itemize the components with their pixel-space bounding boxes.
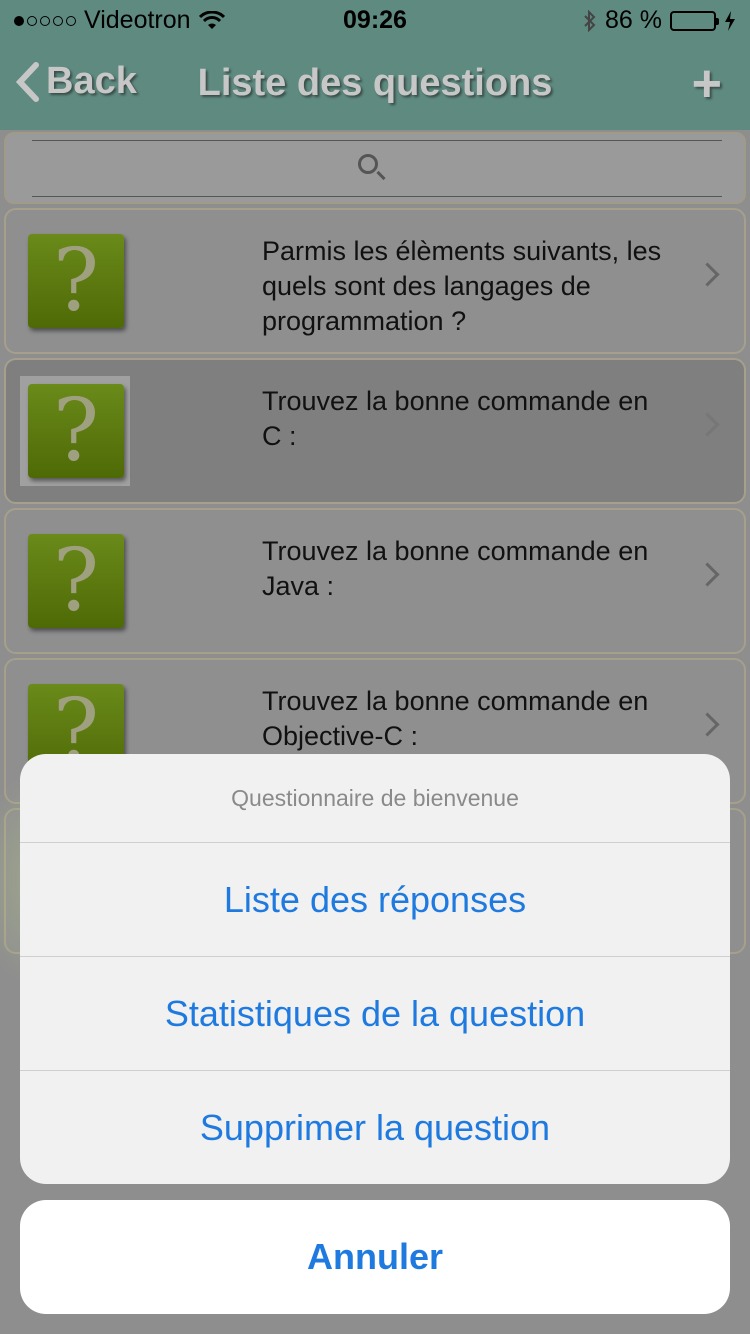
chevron-right-icon	[695, 412, 720, 437]
question-row[interactable]: ? Parmis les élèments suivants, les quel…	[4, 208, 746, 354]
question-text: Trouvez la bonne commande en C :	[262, 386, 649, 451]
question-text: Trouvez la bonne commande en Java :	[262, 536, 649, 601]
bluetooth-icon	[584, 9, 596, 32]
chevron-right-icon	[695, 262, 720, 287]
add-button[interactable]: +	[692, 54, 722, 114]
action-sheet: Questionnaire de bienvenue Liste des rép…	[20, 754, 730, 1184]
question-text: Trouvez la bonne commande en Objective-C…	[262, 686, 649, 751]
action-sheet-title: Questionnaire de bienvenue	[20, 754, 730, 843]
navigation-bar: Back Liste des questions +	[0, 40, 750, 130]
question-statistics-button[interactable]: Statistiques de la question	[20, 957, 730, 1071]
question-mark-icon: ?	[28, 384, 124, 478]
status-bar: Videotron 09:26 86 %	[0, 0, 750, 40]
question-mark-icon: ?	[28, 534, 124, 628]
charging-bolt-icon	[725, 10, 735, 31]
search-bar[interactable]	[4, 132, 746, 204]
delete-question-button[interactable]: Supprimer la question	[20, 1071, 730, 1184]
question-mark-icon: ?	[28, 234, 124, 328]
chevron-right-icon	[695, 562, 720, 587]
question-text: Parmis les élèments suivants, les quels …	[262, 236, 662, 336]
search-icon	[358, 154, 378, 174]
question-row[interactable]: ? Trouvez la bonne commande en Java :	[4, 508, 746, 654]
battery-percent: 86 %	[605, 6, 662, 34]
list-responses-button[interactable]: Liste des réponses	[20, 843, 730, 957]
battery-info: 86 %	[583, 6, 736, 35]
battery-icon	[670, 10, 719, 31]
cancel-button[interactable]: Annuler	[20, 1200, 730, 1314]
question-row-selected[interactable]: ? Trouvez la bonne commande en C :	[4, 358, 746, 504]
chevron-right-icon	[695, 712, 720, 737]
page-title: Liste des questions	[197, 62, 553, 104]
